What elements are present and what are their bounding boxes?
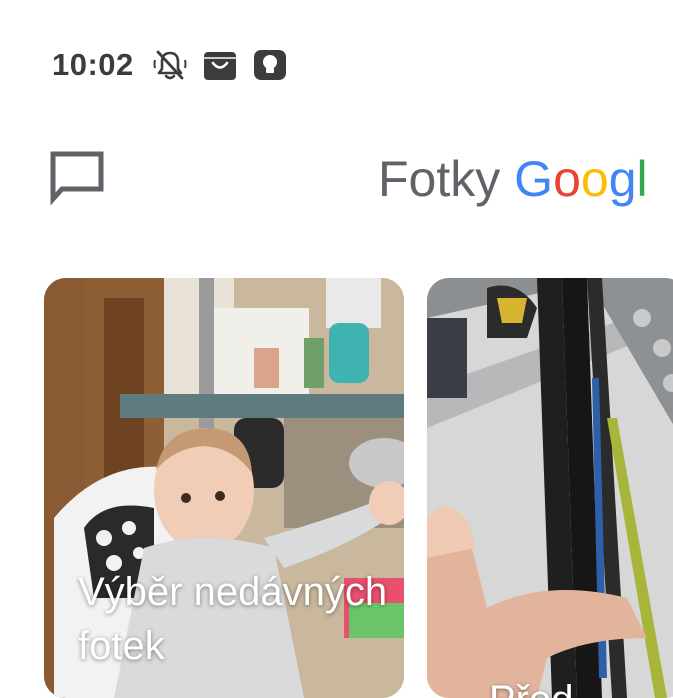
app-name: Fotky (378, 151, 501, 207)
shopping-bag-icon (202, 47, 238, 83)
wordmark-letter: G (514, 151, 554, 207)
hand-holding-black-cables-photo (427, 278, 673, 698)
chat-bubble-icon (50, 151, 104, 206)
status-icons (152, 47, 288, 83)
lightbulb-icon (252, 47, 288, 83)
status-bar: 10:02 (52, 40, 288, 90)
wordmark-letter: g (608, 151, 637, 207)
chat-button[interactable] (48, 149, 106, 207)
wordmark-letter: o (580, 151, 609, 207)
card-title: Výběr nedávných fotek (78, 570, 388, 668)
wordmark-letter: l (636, 151, 648, 207)
photo-card-recent[interactable]: Výběr nedávných fotek (44, 278, 404, 698)
bell-off-icon (152, 47, 188, 83)
card-title: Před (489, 673, 673, 698)
wordmark-letter: o (553, 151, 581, 207)
app-header: Fotky Googl (0, 135, 673, 225)
google-wordmark: Googl (514, 151, 647, 207)
photo-card-second[interactable]: Před (427, 278, 673, 698)
app-title: Fotky Googl (378, 147, 648, 211)
status-time: 10:02 (52, 47, 134, 82)
